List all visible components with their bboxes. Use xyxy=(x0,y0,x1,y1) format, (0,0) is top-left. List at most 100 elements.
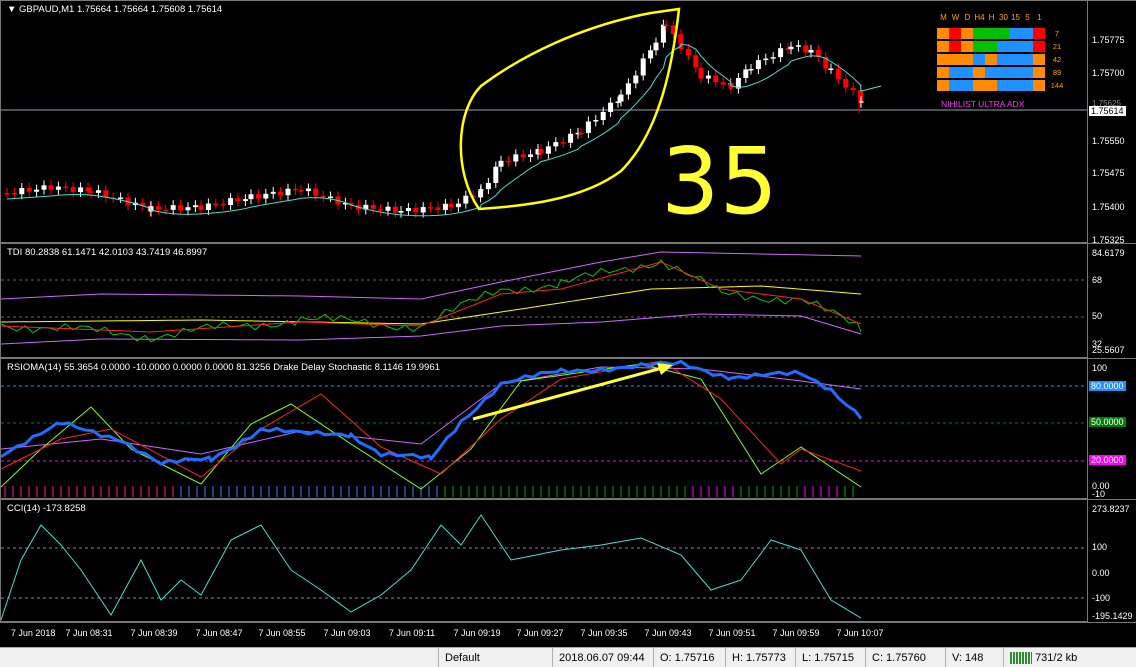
candle xyxy=(298,190,304,192)
collapse-triangle-icon[interactable]: ▼ xyxy=(7,4,19,15)
adx-cell xyxy=(949,67,961,78)
candle xyxy=(278,191,284,196)
candle xyxy=(292,188,298,191)
candle xyxy=(600,111,606,121)
cci-tick: 273.8237 xyxy=(1092,504,1130,514)
adx-title: NIHILIST ULTRA ADX xyxy=(941,99,1025,109)
candle xyxy=(448,203,454,208)
price-tick: 1.75475 xyxy=(1092,168,1125,178)
adx-cell xyxy=(1033,41,1045,52)
rsioma-indicator-pane[interactable]: RSIOMA(14) 55.3654 0.0000 -10.0000 0.000… xyxy=(0,358,1088,499)
time-axis-corner xyxy=(1088,622,1136,647)
status-open: O: 1.75716 xyxy=(653,648,725,667)
candle xyxy=(248,194,254,200)
tdi-indicator-pane[interactable]: TDI 80.2838 61.1471 42.0103 43.7419 46.8… xyxy=(0,243,1088,358)
adx-cell xyxy=(949,80,961,91)
adx-cell xyxy=(949,54,961,65)
candle xyxy=(305,188,311,192)
price-tick: 1.75775 xyxy=(1092,35,1125,45)
rsioma-level-80: 80.0000 xyxy=(1089,381,1126,391)
candle xyxy=(493,166,499,183)
time-axis[interactable]: 7 Jun 2018 7 Jun 08:31 7 Jun 08:39 7 Jun 08… xyxy=(0,622,1088,646)
time-tick-label: 7 Jun 08:55 xyxy=(258,628,306,638)
time-tick-label: 7 Jun 08:31 xyxy=(65,628,113,638)
adx-cell xyxy=(1009,28,1021,39)
adx-cell xyxy=(1021,41,1033,52)
price-chart-pane[interactable]: ▼ GBPAUD,M1 1.75664 1.75664 1.75608 1.75… xyxy=(0,0,1088,243)
adx-cell xyxy=(1021,28,1033,39)
tdi-canvas[interactable] xyxy=(1,244,1088,358)
adx-period-label: 21 xyxy=(1052,42,1062,51)
candle xyxy=(578,132,584,135)
candle xyxy=(63,186,69,189)
candle xyxy=(255,194,261,199)
candle xyxy=(19,188,25,195)
candle xyxy=(70,187,76,193)
candle xyxy=(748,68,754,71)
candle xyxy=(228,198,234,206)
candle xyxy=(34,189,40,192)
candle xyxy=(235,198,241,202)
time-tick-label: 7 Jun 09:43 xyxy=(644,628,692,638)
candle xyxy=(118,197,124,200)
adx-cell xyxy=(997,54,1009,65)
adx-cell xyxy=(1033,54,1045,65)
status-volume: V: 148 xyxy=(945,648,1003,667)
candle xyxy=(593,120,599,122)
status-traffic-text: 731/2 kb xyxy=(1035,652,1078,664)
candle xyxy=(808,49,814,53)
candle xyxy=(660,24,666,43)
tdi-tick: 50 xyxy=(1092,311,1103,321)
cci-canvas[interactable] xyxy=(1,500,1088,622)
candle xyxy=(313,188,319,196)
candle xyxy=(835,68,841,79)
handwritten-annotation-number: 35 xyxy=(661,128,779,235)
candle xyxy=(192,205,198,208)
adx-cell xyxy=(937,67,949,78)
status-profile[interactable]: Default xyxy=(438,648,552,667)
adx-cell xyxy=(1033,28,1045,39)
rsioma-tick: -10 xyxy=(1092,489,1106,499)
candle xyxy=(478,189,484,191)
price-chart-canvas[interactable] xyxy=(1,1,1088,243)
candle xyxy=(585,121,591,134)
adx-period-label: 89 xyxy=(1052,68,1062,77)
rsioma-level-20: 20.0000 xyxy=(1089,455,1126,465)
candle xyxy=(653,42,659,51)
candle xyxy=(538,149,544,154)
candle xyxy=(843,78,849,88)
adx-cell xyxy=(1033,67,1045,78)
candle xyxy=(513,154,519,162)
rsioma-axis[interactable]: 100 80.0000 50.0000 20.0000 0.00 -10 xyxy=(1088,358,1136,499)
cci-tick: 100 xyxy=(1092,542,1108,552)
trend-arrow-line xyxy=(472,365,667,421)
cci-axis[interactable]: 273.8237 100 0.00 -100 -195.1429 xyxy=(1088,499,1136,622)
price-axis[interactable]: 1.75775 1.75700 1.75614 1.75625 1.75550 … xyxy=(1088,0,1136,245)
adx-cell xyxy=(973,67,985,78)
candle xyxy=(640,58,646,76)
candle xyxy=(770,57,776,59)
adx-timeframe-label: 1 xyxy=(1037,13,1042,22)
cci-indicator-pane[interactable]: CCI(14) -173.8258 xyxy=(0,499,1088,622)
tdi-tick: 68 xyxy=(1092,275,1103,285)
candle xyxy=(263,193,269,199)
adx-cell xyxy=(985,41,997,52)
candle xyxy=(370,204,376,209)
candle xyxy=(48,185,54,190)
tdi-axis[interactable]: 84.6179 68 50 32 25.5607 xyxy=(1088,243,1136,358)
tdi-upper-band xyxy=(1,251,862,300)
adx-cell xyxy=(985,67,997,78)
status-traffic[interactable]: 731/2 kb xyxy=(1003,648,1136,667)
rsioma-canvas[interactable] xyxy=(1,359,1088,499)
tdi-market-base-line xyxy=(1,285,862,325)
time-tick-label: 7 Jun 09:59 xyxy=(772,628,820,638)
tdi-lower-band xyxy=(1,313,862,345)
candle xyxy=(498,160,504,167)
adx-cell xyxy=(961,28,973,39)
cci-tick: 0.00 xyxy=(1092,568,1110,578)
symbol-header: ▼ GBPAUD,M1 1.75664 1.75664 1.75608 1.75… xyxy=(7,4,222,15)
candle xyxy=(270,191,276,194)
adx-cell xyxy=(949,28,961,39)
candle xyxy=(778,48,784,58)
candle xyxy=(398,211,404,213)
